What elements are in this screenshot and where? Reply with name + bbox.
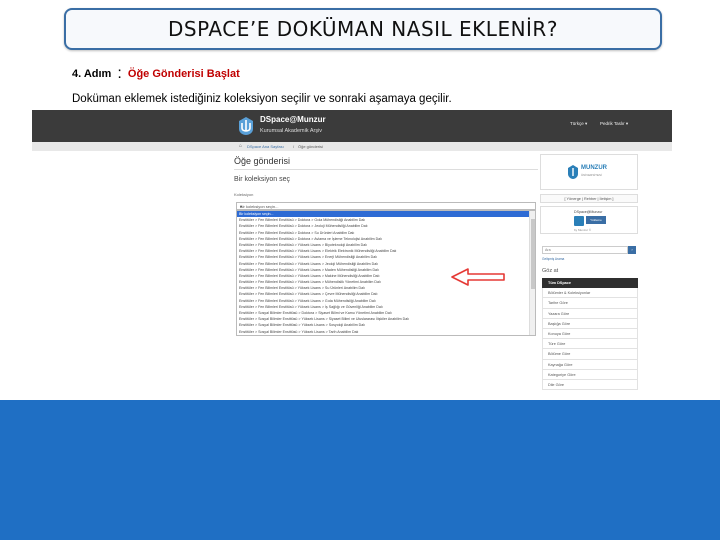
collection-option[interactable]: Enstitüler > Sosyal Bilimler Enstitüsü >… [237,335,535,336]
step-action: Öğe Gönderisi Başlat [127,68,240,80]
browse-menu-item[interactable]: Tarihe Göre [542,298,638,309]
footer-band [0,400,720,540]
collection-select-label: Koleksiyon [234,192,254,197]
breadcrumb-separator: / [293,144,295,149]
browse-menu: Tüm DSpace Bölümler & Koleksiyonlar Tarihe… [542,278,638,391]
breadcrumb-home[interactable]: DSpace Ana Sayfası [247,144,284,149]
dspace-screenshot: DSpace@Munzur Kurumsal Akademik Arşiv Tü… [32,110,672,392]
advanced-search-link[interactable]: Gelişmiş Arama [542,257,564,261]
title-divider [234,169,538,170]
sidebar-card-badge[interactable]: Yükleme [586,216,606,224]
nav-language[interactable]: Türkçe ▾ [570,121,587,127]
avatar [574,216,584,226]
scrollbar-thumb[interactable] [531,219,535,289]
sidebar-links[interactable]: [ Yönerge | Rehber | İletişim ] [540,194,638,203]
sidebar-logo-title: MUNZUR [581,165,607,171]
collection-select[interactable]: Bir koleksiyon seçin... ▾ [236,202,536,210]
breadcrumb: ⌂ DSpace Ana Sayfası / Öğe gönderisi [32,142,672,151]
browse-menu-item[interactable]: Türe Göre [542,339,638,350]
step-prefix: 4. Adım [72,68,112,80]
browse-menu-item[interactable]: Tüm DSpace [542,278,638,289]
browse-menu-item[interactable]: Kategoriye Göre [542,369,638,380]
browse-menu-item[interactable]: Kaynağa Göre [542,359,638,370]
chevron-down-icon: ▾ [240,204,243,209]
slide-title: DSPACE’E DOKÜMAN NASIL EKLENİR? [168,17,558,41]
step-colon: : [117,65,122,82]
dropdown-scrollbar[interactable] [529,211,535,335]
browse-menu-item[interactable]: Bölümler & Koleksiyonlar [542,288,638,299]
dspace-logo-icon[interactable] [237,116,255,136]
nav-user-menu[interactable]: Pedrik Taslır ▾ [600,121,628,127]
sidebar-search-input[interactable]: Ara [542,246,628,254]
sidebar: MUNZUR ÜNİVERSİTESİ [ Yönerge | Rehber |… [540,154,640,392]
browse-menu-item[interactable]: Konuya Göre [542,328,638,340]
sidebar-card: DSpace@Munzur Yükleme by Munzur © [540,206,638,234]
sidebar-card-note: by Munzur © [574,228,592,232]
browse-heading: Göz at [542,268,559,274]
dspace-site-subtitle: Kurumsal Akademik Arşiv [260,128,323,134]
home-icon[interactable]: ⌂ [239,143,242,149]
sidebar-search-button[interactable]: › [628,246,636,254]
red-arrow-icon [451,268,505,286]
browse-menu-item[interactable]: Yazara Göre [542,308,638,319]
browse-menu-item[interactable]: Başlığa Göre [542,318,638,329]
browse-menu-item[interactable]: Dile Göre [542,379,638,391]
breadcrumb-current: Öğe gönderisi [298,144,323,149]
step-line: 4. Adım : Öğe Gönderisi Başlat [72,64,240,82]
dspace-site-name: DSpace@Munzur [260,115,326,124]
sidebar-logo-subtitle: ÜNİVERSİTESİ [581,173,602,177]
section-title: Bir koleksiyon seç [234,176,291,183]
slide: DSPACE’E DOKÜMAN NASIL EKLENİR? 4. Adım … [0,0,720,540]
browse-menu-item[interactable]: Bölüme Göre [542,349,638,360]
sidebar-card-title: DSpace@Munzur [574,210,603,214]
munzur-logo-icon [568,165,578,179]
sidebar-logo-box: MUNZUR ÜNİVERSİTESİ [540,154,638,190]
step-description: Doküman eklemek istediğiniz koleksiyon s… [72,93,452,105]
page-title: Öğe gönderisi [234,156,291,166]
dspace-header: DSpace@Munzur Kurumsal Akademik Arşiv Tü… [32,110,672,142]
slide-title-box: DSPACE’E DOKÜMAN NASIL EKLENİR? [64,8,662,50]
